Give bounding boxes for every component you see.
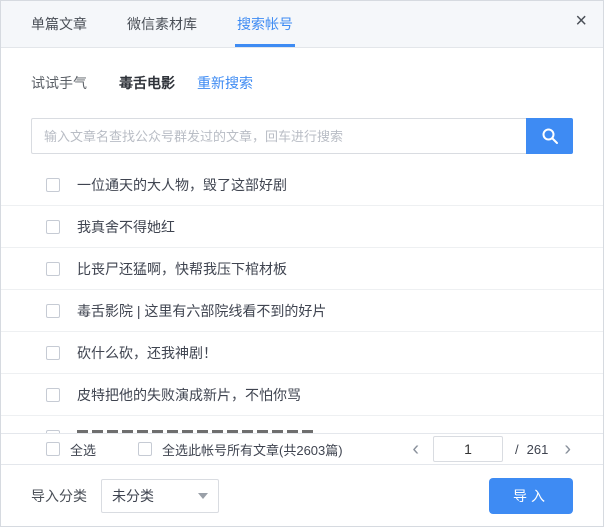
account-bar: 试试手气 毒舌电影 重新搜索 <box>31 73 253 93</box>
tab-wechat-library[interactable]: 微信素材库 <box>127 1 197 47</box>
tab-bar: 单篇文章 微信素材库 搜索帐号 <box>1 1 603 48</box>
page-next-icon[interactable]: › <box>562 439 573 459</box>
article-checkbox[interactable] <box>46 346 60 360</box>
pagination: ‹ / 261 › <box>410 436 573 462</box>
category-select[interactable]: 未分类 <box>101 479 219 513</box>
close-icon[interactable]: × <box>575 11 587 31</box>
select-all-account-group: 全选此帐号所有文章(共2603篇) <box>138 440 343 459</box>
list-item[interactable]: 我真舍不得她红 <box>1 206 603 248</box>
page-total: 261 <box>527 442 549 457</box>
import-button[interactable]: 导入 <box>489 478 573 514</box>
select-all-label[interactable]: 全选 <box>70 440 96 459</box>
list-item[interactable]: 砍什么砍，还我神剧！ <box>1 332 603 374</box>
article-checkbox[interactable] <box>46 304 60 318</box>
search-icon <box>541 127 559 145</box>
list-item[interactable]: 毒舌影院 | 这里有六部院线看不到的好片 <box>1 290 603 332</box>
select-all-account-checkbox[interactable] <box>138 442 152 456</box>
research-link[interactable]: 重新搜索 <box>197 73 253 93</box>
tab-search-account[interactable]: 搜索帐号 <box>237 1 293 47</box>
article-list: 一位通天的大人物，毁了这部好剧 我真舍不得她红 比丧尸还猛啊，快帮我压下棺材板 … <box>1 164 603 433</box>
select-all-account-label[interactable]: 全选此帐号所有文章(共2603篇) <box>162 440 343 459</box>
list-item[interactable]: 一位通天的大人物，毁了这部好剧 <box>1 164 603 206</box>
article-title: 毒舌影院 | 这里有六部院线看不到的好片 <box>77 301 326 321</box>
list-item[interactable]: 皮特把他的失败演成新片，不怕你骂 <box>1 374 603 416</box>
article-title: 皮特把他的失败演成新片，不怕你骂 <box>77 385 301 405</box>
import-category-label: 导入分类 <box>31 486 87 506</box>
search-button[interactable] <box>526 118 573 154</box>
import-bar: 导入分类 未分类 导入 <box>1 465 603 526</box>
article-checkbox[interactable] <box>46 262 60 276</box>
article-title: 比丧尸还猛啊，快帮我压下棺材板 <box>77 259 287 279</box>
page-separator: / <box>515 442 519 457</box>
chevron-down-icon <box>198 493 208 499</box>
select-bar: 全选 全选此帐号所有文章(共2603篇) ‹ / 261 › <box>1 433 603 465</box>
account-name: 毒舌电影 <box>119 73 175 93</box>
import-article-dialog: 单篇文章 微信素材库 搜索帐号 × 试试手气 毒舌电影 重新搜索 一位通天的大人… <box>0 0 604 527</box>
list-item[interactable]: 比丧尸还猛啊，快帮我压下棺材板 <box>1 248 603 290</box>
article-title: 一位通天的大人物，毁了这部好剧 <box>77 175 287 195</box>
article-checkbox[interactable] <box>46 220 60 234</box>
try-luck-link[interactable]: 试试手气 <box>31 73 87 93</box>
tab-single-article[interactable]: 单篇文章 <box>31 1 87 47</box>
search-row <box>31 118 573 154</box>
search-input[interactable] <box>31 118 526 154</box>
page-prev-icon[interactable]: ‹ <box>410 439 421 459</box>
article-checkbox[interactable] <box>46 388 60 402</box>
select-all-checkbox[interactable] <box>46 442 60 456</box>
article-title: 砍什么砍，还我神剧！ <box>77 343 217 363</box>
article-title: 我真舍不得她红 <box>77 217 175 237</box>
category-selected-value: 未分类 <box>112 486 154 506</box>
article-checkbox[interactable] <box>46 178 60 192</box>
list-item-clipped[interactable] <box>1 416 603 433</box>
page-number-input[interactable] <box>433 436 503 462</box>
